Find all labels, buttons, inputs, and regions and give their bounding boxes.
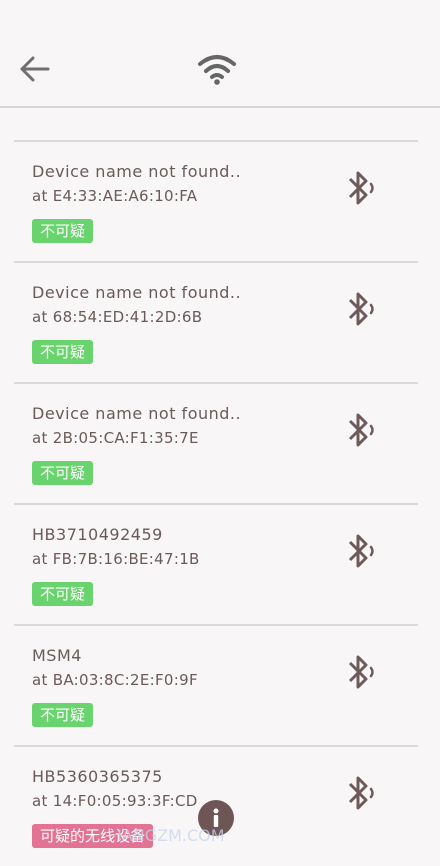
device-mac: at 68:54:ED:41:2D:6B (32, 308, 203, 326)
device-list: Device name not found.. at E4:33:AE:A6:1… (14, 140, 418, 866)
device-name: Device name not found.. (32, 404, 242, 423)
device-name: HB3710492459 (32, 525, 163, 544)
device-name: Device name not found.. (32, 162, 242, 181)
device-name: MSM4 (32, 646, 82, 665)
status-badge: 不可疑 (32, 219, 94, 243)
list-item[interactable]: Device name not found.. at 68:54:ED:41:2… (14, 261, 418, 382)
bluetooth-icon (344, 652, 380, 692)
device-mac: at 14:F0:05:93:3F:CD (32, 792, 198, 810)
device-mac: at 2B:05:CA:F1:35:7E (32, 429, 199, 447)
status-badge: 不可疑 (32, 340, 94, 364)
app-bar (0, 34, 440, 108)
bluetooth-icon (344, 168, 380, 208)
status-badge: 不可疑 (32, 582, 94, 606)
device-mac: at BA:03:8C:2E:F0:9F (32, 671, 198, 689)
status-bar (0, 0, 440, 34)
list-item[interactable]: Device name not found.. at E4:33:AE:A6:1… (14, 140, 418, 261)
list-item[interactable]: HB3710492459 at FB:7B:16:BE:47:1B 不可疑 (14, 503, 418, 624)
watermark: ·IANGZM.COM (112, 826, 225, 845)
status-badge: 不可疑 (32, 461, 94, 485)
device-name: HB5360365375 (32, 767, 163, 786)
arrow-left-icon[interactable] (18, 54, 52, 84)
bluetooth-icon (344, 289, 380, 329)
wifi-icon (196, 52, 238, 86)
bluetooth-icon (344, 531, 380, 571)
bluetooth-icon (344, 410, 380, 450)
device-mac: at E4:33:AE:A6:10:FA (32, 187, 198, 205)
list-item[interactable]: MSM4 at BA:03:8C:2E:F0:9F 不可疑 (14, 624, 418, 745)
status-badge: 不可疑 (32, 703, 94, 727)
device-name: Device name not found.. (32, 283, 242, 302)
device-mac: at FB:7B:16:BE:47:1B (32, 550, 200, 568)
list-item[interactable]: Device name not found.. at 2B:05:CA:F1:3… (14, 382, 418, 503)
bluetooth-icon (344, 773, 380, 813)
